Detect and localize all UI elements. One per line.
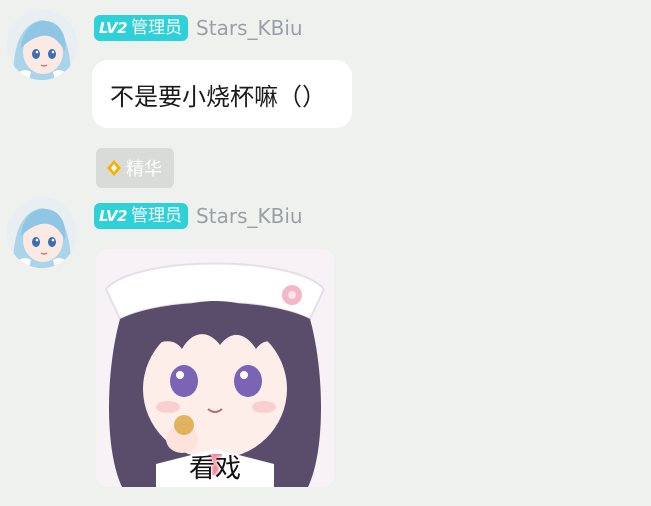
avatar[interactable] [7,198,77,268]
message-meta: LV2 管理员 Stars_KBiu [94,202,303,230]
chat-list: LV2 管理员 Stars_KBiu 不是要小烧杯嘛（） 精华 LV2 管理员 … [0,0,651,506]
diamond-icon [107,160,121,176]
level-label: LV2 [99,19,128,37]
username[interactable]: Stars_KBiu [196,16,303,40]
essence-tag[interactable]: 精华 [96,148,174,188]
username[interactable]: Stars_KBiu [196,204,303,228]
role-label: 管理员 [131,18,183,38]
tag-label: 精华 [126,159,162,180]
level-badge: LV2 管理员 [94,15,189,41]
anime-girl-avatar-icon [7,10,77,80]
anime-girl-avatar-icon [7,198,77,268]
message-text: 不是要小烧杯嘛（） [110,82,326,111]
message-meta: LV2 管理员 Stars_KBiu [94,14,303,42]
level-badge: LV2 管理员 [94,203,189,229]
role-label: 管理员 [131,206,183,226]
message-bubble[interactable]: 不是要小烧杯嘛（） [92,60,352,128]
sticker-image[interactable]: 看戏 [96,249,334,487]
level-label: LV2 [99,207,128,225]
sticker-caption: 看戏 [188,454,241,484]
avatar[interactable] [7,10,77,80]
